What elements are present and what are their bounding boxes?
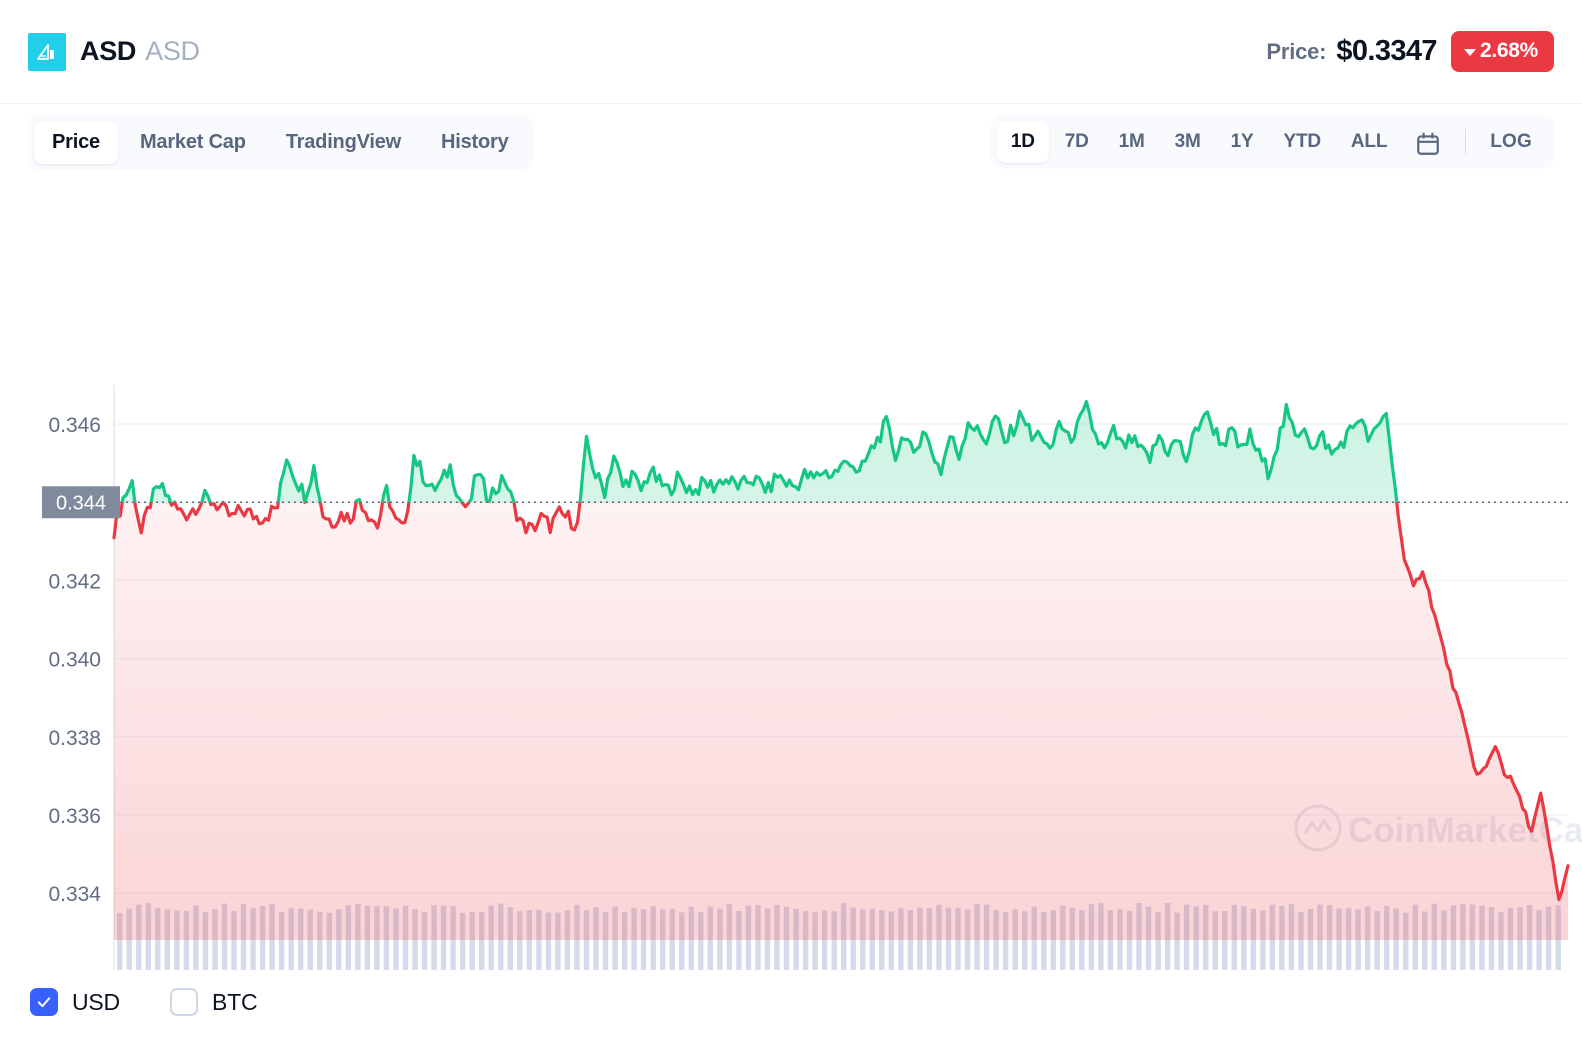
checkbox-checked-icon[interactable] [30, 988, 58, 1016]
range-3m[interactable]: 3M [1161, 121, 1215, 163]
currency-toggle-btc[interactable]: BTC [169, 988, 258, 1016]
price-chart-svg[interactable]: 0.3460.3420.3400.3380.3360.334 CoinMarke… [0, 180, 1582, 970]
log-scale-button[interactable]: LOG [1478, 121, 1544, 163]
y-axis-tick-label: 0.342 [48, 570, 101, 593]
currency-label-btc: BTC [211, 988, 258, 1015]
price-change-badge: 2.68% [1450, 31, 1554, 72]
chart-toolbar: Price Market Cap TradingView History 1D … [0, 104, 1582, 180]
y-axis-tick-label: 0.338 [48, 727, 101, 750]
price-block: Price: $0.3347 2.68% [1266, 31, 1554, 72]
price-value: $0.3347 [1336, 35, 1437, 67]
currency-toggles: USD BTC [0, 970, 1582, 1016]
checkbox-unchecked-icon[interactable] [169, 988, 198, 1016]
tab-history[interactable]: History [423, 121, 527, 164]
price-label: Price: [1266, 38, 1327, 64]
price-change-value: 2.68% [1479, 39, 1538, 62]
y-axis-tick-label: 0.346 [48, 414, 101, 437]
currency-label-usd: USD [72, 988, 120, 1015]
coin-name-group: ASD ASD [80, 36, 200, 67]
range-1d[interactable]: 1D [996, 121, 1049, 163]
chart-view-tabs: Price Market Cap TradingView History [28, 114, 533, 170]
coin-header: ASD ASD Price: $0.3347 2.68% [0, 0, 1582, 104]
toolbar-divider [1465, 129, 1467, 155]
caret-down-icon [1463, 48, 1476, 56]
coin-name: ASD [80, 36, 137, 66]
currency-toggle-usd[interactable]: USD [30, 988, 120, 1016]
range-ytd[interactable]: YTD [1269, 121, 1334, 163]
y-axis-tick-label: 0.340 [48, 649, 101, 672]
range-1y[interactable]: 1Y [1217, 121, 1268, 163]
svg-text:0.344: 0.344 [56, 492, 106, 514]
range-1m[interactable]: 1M [1105, 121, 1159, 163]
tab-price[interactable]: Price [34, 120, 118, 164]
coin-ticker: ASD [145, 36, 200, 66]
current-price-axis-badge: 0.344 [42, 486, 120, 519]
calendar-icon[interactable] [1403, 123, 1453, 161]
range-all[interactable]: ALL [1337, 121, 1401, 163]
y-axis-tick-label: 0.336 [48, 805, 101, 828]
range-7d[interactable]: 7D [1051, 121, 1103, 163]
time-range-selector: 1D 7D 1M 3M 1Y YTD ALL LOG [990, 115, 1554, 169]
y-axis-tick-label: 0.334 [48, 883, 101, 906]
coin-identity: ASD ASD [28, 32, 200, 71]
price-chart[interactable]: 0.3460.3420.3400.3380.3360.334 CoinMarke… [0, 180, 1582, 1016]
tab-market-cap[interactable]: Market Cap [122, 121, 264, 164]
tab-tradingview[interactable]: TradingView [268, 121, 419, 164]
asd-coin-logo-icon [28, 32, 66, 71]
